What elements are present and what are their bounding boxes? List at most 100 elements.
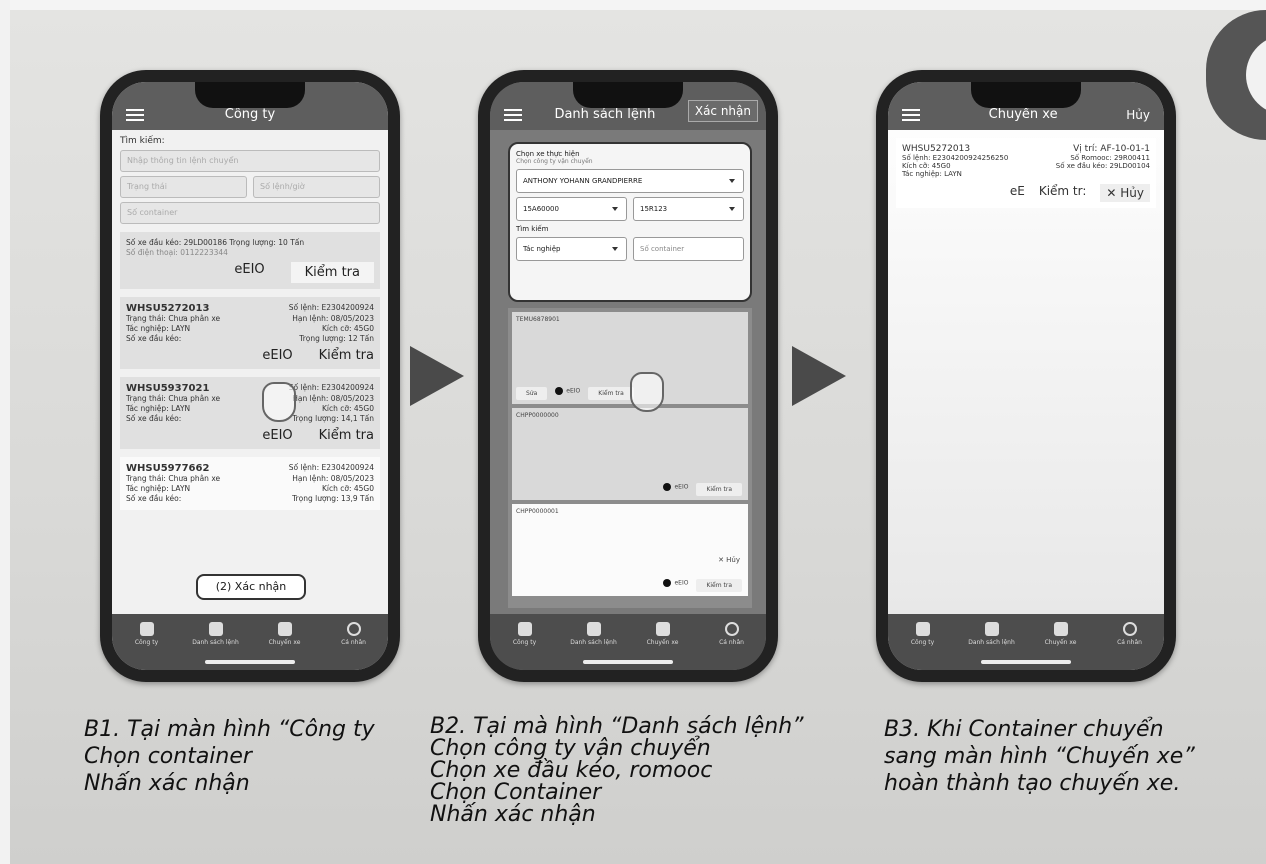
decorative-corner-shape bbox=[1206, 10, 1266, 140]
menu-icon[interactable] bbox=[902, 109, 920, 122]
pin-icon bbox=[208, 622, 223, 636]
size-text: Kích cỡ: 45G0 bbox=[321, 484, 374, 493]
container-code: WHSU5977662 bbox=[126, 463, 210, 474]
home-indicator bbox=[981, 660, 1071, 664]
operation-select[interactable]: Tác nghiệp bbox=[516, 237, 627, 261]
eeio-button[interactable]: eEIO bbox=[555, 387, 580, 400]
phone-order-list-screen: Danh sách lệnh Xác nhận Chọn xe thực hiệ… bbox=[478, 70, 778, 682]
nav-trips[interactable]: Chuyến xe bbox=[1036, 622, 1086, 646]
screen: Công ty Tìm kiếm: Nhập thông tin lệnh ch… bbox=[112, 82, 388, 670]
status-filter[interactable]: Trạng thái bbox=[120, 176, 247, 198]
nav-company[interactable]: Công ty bbox=[898, 622, 948, 646]
size-text: Kích cỡ: 45G0 bbox=[902, 162, 951, 170]
instruction-page: Công ty Tìm kiếm: Nhập thông tin lệnh ch… bbox=[0, 0, 1266, 864]
document-icon bbox=[1053, 622, 1068, 636]
container-card[interactable]: WHSU5272013 Số lệnh: E2304200924 Trạng th… bbox=[120, 297, 380, 369]
nav-orders[interactable]: Danh sách lệnh bbox=[967, 622, 1017, 646]
nav-profile[interactable]: Cá nhân bbox=[1105, 622, 1155, 646]
selection-panel: Chọn xe thực hiện Chọn công ty vận chuyể… bbox=[508, 142, 752, 302]
screen: Chuyến xe Hủy WHSU5272013 Vị trí: AF-10-0… bbox=[888, 82, 1164, 670]
home-icon bbox=[139, 622, 154, 636]
nav-company[interactable]: Công ty bbox=[122, 622, 172, 646]
home-icon bbox=[915, 622, 930, 636]
menu-icon[interactable] bbox=[504, 109, 522, 122]
trip-card[interactable]: WHSU5272013 Vị trí: AF-10-01-1 Số lệnh: E… bbox=[896, 138, 1156, 208]
container-search-input[interactable]: Số container bbox=[633, 237, 744, 261]
nav-trips[interactable]: Chuyến xe bbox=[638, 622, 688, 646]
document-icon bbox=[655, 622, 670, 636]
profile-icon bbox=[346, 622, 361, 636]
check-button[interactable]: Kiểm tra bbox=[290, 262, 374, 283]
tap-hand-icon bbox=[630, 372, 664, 412]
order-card[interactable]: CHPP0000000 eEIO Kiểm tra bbox=[512, 408, 748, 500]
order-number: Số lệnh: E2304200924 bbox=[288, 383, 374, 392]
company-select[interactable]: ANTHONY YOHANN GRANDPIERRE bbox=[516, 169, 744, 193]
weight-text: Trọng lượng: 14,1 Tấn bbox=[292, 414, 374, 423]
record-icon bbox=[555, 387, 564, 395]
check-button[interactable]: Kiểm tra bbox=[696, 483, 742, 496]
confirm-button[interactable]: Xác nhận bbox=[687, 100, 758, 122]
eeio-button[interactable]: eE bbox=[1010, 184, 1025, 202]
home-indicator bbox=[205, 660, 295, 664]
edit-button[interactable]: Sửa bbox=[516, 387, 548, 400]
romooc-select[interactable]: 15R123 bbox=[633, 197, 744, 221]
search-label: Tìm kiếm: bbox=[120, 136, 165, 146]
position-text: Vị trí: AF-10-01-1 bbox=[1073, 144, 1150, 154]
container-input[interactable]: Số container bbox=[120, 202, 380, 224]
container-card[interactable]: WHSU5937021 Số lệnh: E2304200924 Trạng th… bbox=[120, 377, 380, 449]
phone-trip-screen: Chuyến xe Hủy WHSU5272013 Vị trí: AF-10-0… bbox=[876, 70, 1176, 682]
eeio-button[interactable]: eEIO bbox=[262, 428, 292, 443]
check-button[interactable]: Kiểm tra bbox=[696, 579, 742, 592]
chevron-down-icon bbox=[612, 207, 618, 211]
truck-text: Số xe đầu kéo: 29LD00104 bbox=[1055, 162, 1150, 170]
eeio-button[interactable]: eEIO bbox=[234, 262, 264, 283]
record-icon bbox=[663, 579, 672, 587]
weight-text: Trọng lượng: 12 Tấn bbox=[299, 334, 374, 343]
company-label: Chọn công ty vận chuyển bbox=[516, 158, 593, 165]
deadline-text: Hạn lệnh: 08/05/2023 bbox=[292, 394, 374, 403]
deadline-text: Hạn lệnh: 08/05/2023 bbox=[292, 314, 374, 323]
cancel-button[interactable]: ✕ Hủy bbox=[718, 556, 740, 564]
cancel-link[interactable]: Hủy bbox=[1126, 108, 1150, 122]
operation-text: Tác nghiệp: LAYN bbox=[126, 484, 191, 493]
menu-icon[interactable] bbox=[126, 109, 144, 122]
profile-icon bbox=[1122, 622, 1137, 636]
check-button[interactable]: Kiểm tr: bbox=[1039, 184, 1087, 202]
eeio-button[interactable]: eEIO bbox=[262, 348, 292, 363]
truck-text: Số xe đầu kéo: bbox=[126, 494, 182, 503]
order-number: Số lệnh: E2304200924256250 bbox=[902, 154, 1009, 162]
operation-text: Tác nghiệp: LAYN bbox=[126, 324, 191, 333]
phone-company-screen: Công ty Tìm kiếm: Nhập thông tin lệnh ch… bbox=[100, 70, 400, 682]
order-filter[interactable]: Số lệnh/giờ bbox=[253, 176, 380, 198]
home-icon bbox=[517, 622, 532, 636]
container-card[interactable]: WHSU5977662 Số lệnh: E2304200924 Trạng th… bbox=[120, 457, 380, 510]
eeio-button[interactable]: eEIO bbox=[663, 579, 688, 592]
nav-profile[interactable]: Cá nhân bbox=[329, 622, 379, 646]
nav-company[interactable]: Công ty bbox=[500, 622, 550, 646]
truck-phone: Số điện thoại: 0112223344 bbox=[126, 248, 228, 257]
pin-icon bbox=[586, 622, 601, 636]
truck-select[interactable]: 15A60000 bbox=[516, 197, 627, 221]
order-card[interactable]: CHPP0000001 ✕ Hủy eEIO Kiểm tra bbox=[512, 504, 748, 596]
nav-orders[interactable]: Danh sách lệnh bbox=[191, 622, 241, 646]
nav-trips[interactable]: Chuyến xe bbox=[260, 622, 310, 646]
container-code: WHSU5272013 bbox=[902, 144, 971, 154]
check-button[interactable]: Kiểm tra bbox=[319, 348, 374, 363]
eeio-button[interactable]: eEIO bbox=[663, 483, 688, 496]
nav-profile[interactable]: Cá nhân bbox=[707, 622, 757, 646]
check-button[interactable]: Kiểm tra bbox=[319, 428, 374, 443]
cancel-button[interactable]: ✕ Hủy bbox=[1100, 184, 1150, 202]
chevron-down-icon bbox=[612, 247, 618, 251]
status-text: Trạng thái: Chưa phân xe bbox=[126, 474, 221, 483]
container-code: WHSU5937021 bbox=[126, 383, 210, 394]
caption-step-2: B2. Tại mà hình “Danh sách lệnh” Chọn cô… bbox=[430, 714, 804, 827]
check-button[interactable]: Kiểm tra bbox=[588, 387, 634, 400]
chevron-down-icon bbox=[729, 179, 735, 183]
operation-text: Tác nghiệp: LAYN bbox=[126, 404, 191, 413]
search-input[interactable]: Nhập thông tin lệnh chuyển bbox=[120, 150, 380, 172]
nav-orders[interactable]: Danh sách lệnh bbox=[569, 622, 619, 646]
step-arrow-icon bbox=[792, 346, 846, 406]
caption-step-3: B3. Khi Container chuyển sang màn hình “… bbox=[884, 717, 1195, 796]
confirm-button[interactable]: (2) Xác nhận bbox=[196, 574, 306, 600]
top-border bbox=[0, 0, 1266, 10]
